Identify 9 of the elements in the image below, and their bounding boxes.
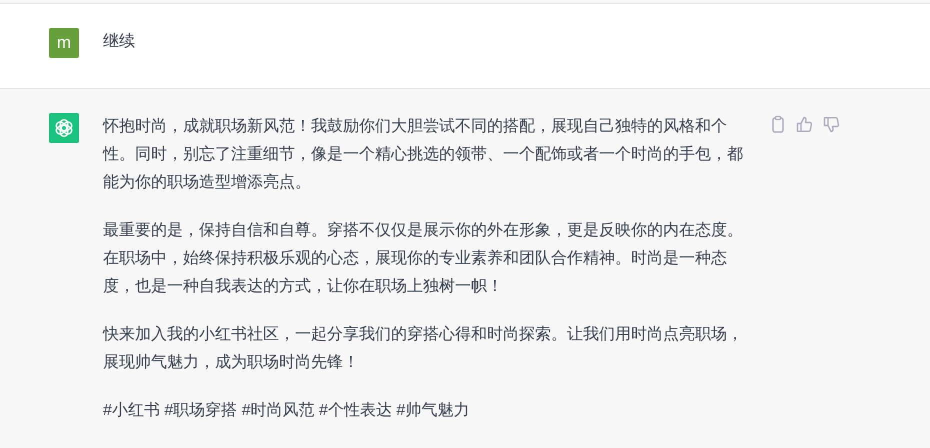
message-paragraph: 怀抱时尚，成就职场新风范！我鼓励你们大胆尝试不同的搭配，展现自己独特的风格和个性。同时，别忘了注重细节，像是一个精心挑选的领带、一个配饰或者一个时尚的手包，都能为你的职场造型增添亮点。 (103, 116, 744, 193)
message-paragraph: 继续 (103, 32, 136, 52)
thumbs-down-icon[interactable] (822, 115, 841, 134)
message-paragraph: #小红书 #职场穿搭 #时尚风范 #个性表达 #帅气魅力 (103, 400, 470, 421)
user-avatar: m (49, 28, 79, 58)
message-paragraph: 最重要的是，保持自信和自尊。穿搭不仅仅是展示你的外在形象，更是反映你的内在态度。在职场中，始终保持积极乐观的心态，展现你的专业素养和团队合作精神。时尚是一种态度，也是一种自我表达的方式，让你在职场上独树一帜！ (103, 220, 744, 297)
thumbs-up-icon[interactable] (795, 115, 814, 134)
message-paragraph: 快来加入我的小红书社区，一起分享我们的穿搭心得和时尚探索。让我们用时尚点亮职场，展现帅气魅力，成为职场时尚先锋！ (103, 324, 744, 373)
assistant-logo-icon (49, 113, 79, 143)
